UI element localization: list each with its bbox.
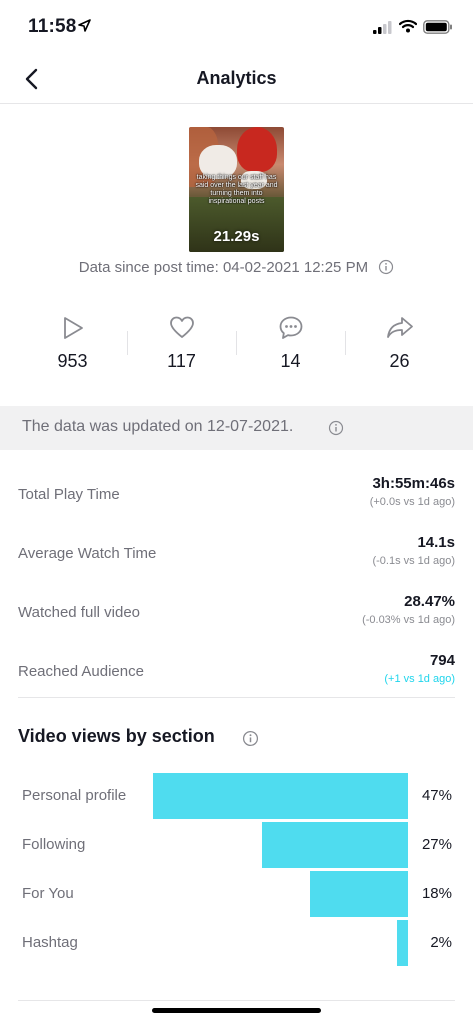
share-icon	[386, 317, 413, 338]
section-bar-row: For You 18%	[18, 871, 455, 917]
section-bar-percent: 2%	[430, 934, 452, 951]
engagement-stats: 953 117 14 26	[18, 315, 454, 375]
metric-reached-audience: Reached Audience 794 (+1 vs 1d ago)	[18, 647, 455, 697]
stat-plays: 953	[18, 315, 127, 375]
section-divider	[18, 1000, 455, 1001]
info-icon[interactable]	[378, 259, 394, 275]
updated-notice-text: The data was updated on 12-07-2021.	[22, 418, 294, 435]
info-icon[interactable]	[328, 420, 344, 436]
heart-icon	[169, 316, 194, 338]
section-bar-percent: 47%	[421, 787, 452, 804]
metric-delta: (+1 vs 1d ago)	[384, 673, 455, 685]
page-title: Analytics	[196, 68, 277, 88]
metric-label: Average Watch Time	[18, 545, 157, 562]
comment-icon	[279, 316, 302, 339]
cellular-signal-icon	[373, 21, 392, 34]
section-bar-label: Following	[22, 836, 86, 853]
section-bar-row: Following 27%	[18, 822, 455, 868]
wifi-icon	[399, 19, 417, 33]
section-bar-label: Hashtag	[22, 934, 78, 951]
play-icon	[63, 317, 83, 339]
info-icon[interactable]	[242, 730, 259, 747]
stat-comments: 14	[236, 315, 345, 375]
nav-bar: Analytics	[0, 56, 473, 104]
stat-value: 26	[389, 351, 410, 371]
metric-total-play-time: Total Play Time 3h:55m:46s (+0.0s vs 1d …	[18, 470, 455, 520]
stat-value: 953	[57, 351, 88, 371]
metric-value: 3h:55m:46s	[372, 475, 455, 492]
section-bar	[262, 822, 408, 868]
metric-label: Reached Audience	[18, 663, 144, 680]
stat-shares: 26	[345, 315, 454, 375]
home-indicator	[152, 1008, 321, 1013]
location-arrow-icon	[78, 19, 91, 32]
data-since-text: Data since post time: 04-02-2021 12:25 P…	[78, 259, 369, 276]
video-duration: 21.29s	[213, 228, 260, 245]
section-bar-label: Personal profile	[22, 787, 127, 804]
section-bar	[310, 871, 408, 917]
metric-value: 28.47%	[404, 593, 455, 610]
metric-delta: (+0.0s vs 1d ago)	[369, 496, 455, 508]
section-bar-row: Personal profile 47%	[18, 773, 455, 819]
metric-delta: (-0.03% vs 1d ago)	[362, 614, 455, 626]
status-bar: 11:58	[0, 0, 473, 56]
section-bar-percent: 18%	[421, 885, 452, 902]
section-bar-label: For You	[22, 885, 74, 902]
section-bar	[397, 920, 408, 966]
status-time: 11:58	[28, 16, 77, 37]
section-divider	[18, 697, 455, 698]
metric-average-watch-time: Average Watch Time 14.1s (-0.1s vs 1d ag…	[18, 529, 455, 579]
data-since-line: Data since post time: 04-02-2021 12:25 P…	[0, 259, 473, 276]
section-title: Video views by section	[18, 726, 215, 746]
section-bar-row: Hashtag 2%	[18, 920, 455, 966]
metric-label: Total Play Time	[18, 486, 120, 503]
metric-value: 14.1s	[417, 534, 455, 551]
video-caption-overlay: taking things our staff has said over th…	[195, 174, 278, 205]
metric-label: Watched full video	[18, 604, 141, 621]
metric-delta: (-0.1s vs 1d ago)	[372, 555, 455, 567]
section-bar-percent: 27%	[421, 836, 452, 853]
stat-value: 14	[280, 351, 301, 371]
battery-icon	[423, 20, 452, 34]
stat-value: 117	[167, 351, 196, 371]
stat-likes: 117	[127, 315, 236, 375]
metric-watched-full-video: Watched full video 28.47% (-0.03% vs 1d …	[18, 588, 455, 638]
video-thumbnail[interactable]: taking things our staff has said over th…	[189, 127, 284, 252]
updated-notice-banner: The data was updated on 12-07-2021.	[0, 406, 473, 450]
thumbnail-image-region	[237, 127, 277, 172]
section-bar	[153, 773, 408, 819]
metric-value: 794	[429, 652, 455, 669]
